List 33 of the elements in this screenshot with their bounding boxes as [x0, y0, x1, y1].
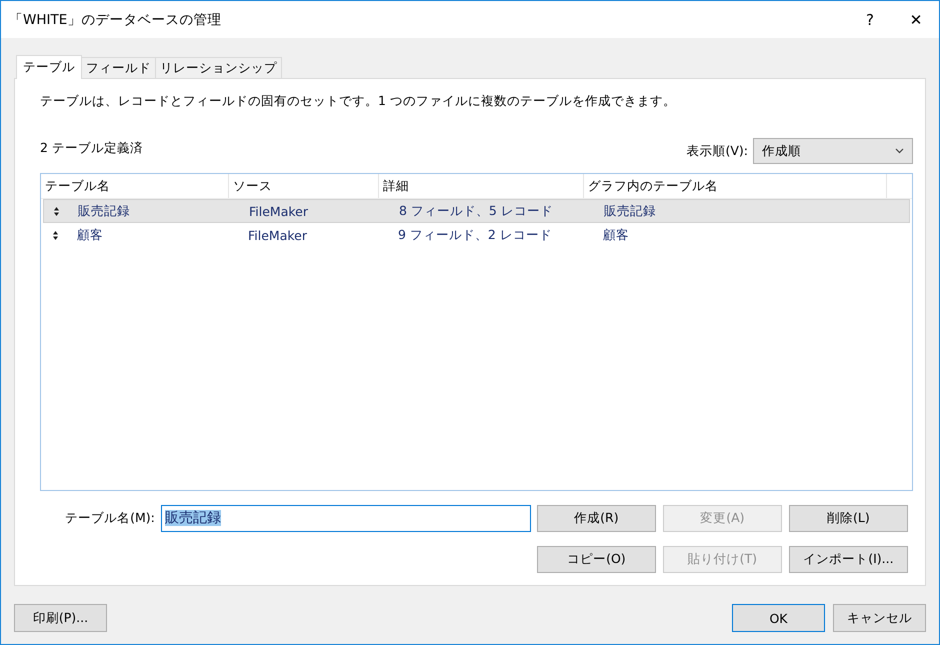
- tab[interactable]: リレーションシップ: [155, 57, 282, 78]
- print-button[interactable]: 印刷(P)...: [14, 604, 107, 632]
- table-cell-text: 販売記録: [603, 202, 657, 220]
- column-header[interactable]: 詳細: [379, 174, 584, 198]
- chevron-icon: [895, 148, 904, 154]
- window-title: 「WHITE」のデータベースの管理: [9, 10, 222, 28]
- table-name-field[interactable]: 販売記録: [160, 505, 531, 532]
- column-header[interactable]: テーブル名: [41, 174, 229, 198]
- dialog-button[interactable]: キャンセル: [833, 604, 926, 632]
- sort-label: 表示順(V):: [686, 142, 748, 160]
- action-button[interactable]: 削除(L): [788, 505, 908, 532]
- table-cell-text: FileMaker: [247, 228, 308, 242]
- action-button[interactable]: コピー(O): [536, 546, 656, 573]
- table-row[interactable]: 顧客 FileMaker 9 フィールド、2 レコード 顧客: [43, 223, 910, 247]
- table-cell-text: 顧客: [76, 226, 104, 244]
- table-name-label: テーブル名(M):: [65, 510, 155, 527]
- table-cell-text: 9 フィールド、2 レコード: [397, 226, 553, 244]
- action-button[interactable]: 作成(R): [536, 505, 656, 532]
- action-button[interactable]: インポート(I)...: [788, 546, 908, 573]
- table-cell-text: 8 フィールド、5 レコード: [398, 202, 554, 220]
- table-cell-text: FileMaker: [248, 204, 309, 218]
- table-count: 2 テーブル定義済: [40, 140, 144, 156]
- table-row[interactable]: 販売記録 FileMaker 8 フィールド、5 レコード 販売記録: [43, 199, 910, 223]
- table-cell-text: 販売記録: [77, 202, 131, 220]
- description-text: テーブルは、レコードとフィールドの固有のセットです。1 つのファイルに複数のテーブルを作成できます。: [40, 93, 677, 110]
- dialog-button[interactable]: OK: [732, 604, 825, 632]
- drag-handle-icon[interactable]: [53, 230, 58, 240]
- column-header[interactable]: ソース: [229, 174, 379, 198]
- tab[interactable]: テーブル: [16, 55, 82, 79]
- column-header[interactable]: グラフ内のテーブル名: [584, 174, 887, 198]
- sort-dropdown[interactable]: 作成順: [753, 138, 913, 164]
- table-cell-text: 顧客: [602, 226, 630, 244]
- drag-handle-icon[interactable]: [54, 206, 59, 216]
